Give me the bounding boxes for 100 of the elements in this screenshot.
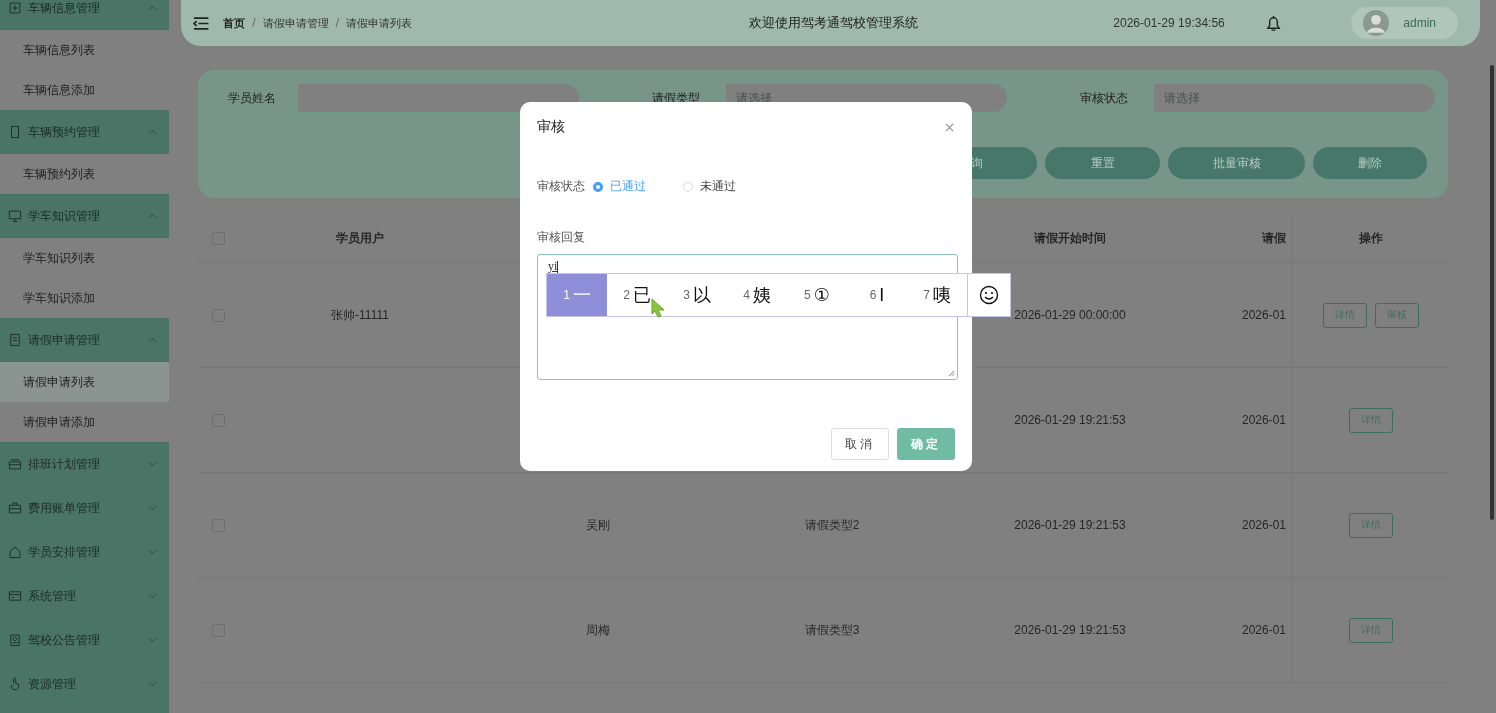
chevron-icon <box>148 213 157 219</box>
smiley-icon[interactable] <box>979 285 999 305</box>
table-cell: 2026-01-29 00:00:00 <box>1014 308 1126 322</box>
avatar-icon <box>1363 10 1390 36</box>
menu-label: 请假申请管理 <box>28 331 101 349</box>
menu-icon <box>8 333 22 347</box>
column-header: 学员用户 <box>336 230 384 247</box>
sidebar-menu[interactable]: 车辆信息管理 <box>0 0 169 30</box>
sidebar-menu[interactable]: 费用账单管理 <box>0 486 169 530</box>
user-menu[interactable]: admin <box>1351 7 1458 39</box>
table-cell: 2026-01 <box>1242 308 1287 322</box>
sidebar-item[interactable]: 车辆信息添加 <box>0 70 169 110</box>
ime-candidate[interactable]: 4 姨 <box>727 274 787 316</box>
menu-label: 车辆预约管理 <box>28 123 101 141</box>
field-label: 学员姓名 <box>228 89 277 107</box>
radio-option[interactable]: 已通过 <box>593 178 675 195</box>
table-cell: 2026-01 <box>1242 413 1287 427</box>
menu-icon <box>8 545 22 559</box>
sidebar-item[interactable]: 学车知识列表 <box>0 238 169 278</box>
menu-icon <box>8 209 22 223</box>
ime-candidate[interactable]: 6 I <box>847 274 907 316</box>
ime-candidate[interactable]: 3 以 <box>667 274 727 316</box>
table-cell: 周梅 <box>586 621 610 639</box>
chevron-icon <box>148 129 157 135</box>
menu-label: 驾校公告管理 <box>28 631 101 649</box>
menu-label: 车辆信息管理 <box>28 0 101 17</box>
search-button[interactable]: 重置 <box>1045 147 1160 179</box>
radio-label: 未通过 <box>700 178 736 195</box>
chevron-icon <box>148 5 157 11</box>
menu-icon <box>8 633 22 647</box>
menu-label: 排班计划管理 <box>28 455 101 473</box>
table-cell: 请假类型3 <box>804 621 860 639</box>
chevron-icon <box>148 337 157 343</box>
field-label: 审核回复 <box>537 229 586 246</box>
system-title: 欢迎使用驾考通驾校管理系统 <box>749 14 920 32</box>
column-header: 请假 <box>1262 230 1286 247</box>
menu-icon[interactable] <box>193 16 210 30</box>
chevron-icon <box>148 505 157 511</box>
chevron-icon <box>148 461 157 467</box>
chevron-icon <box>148 549 157 555</box>
cancel-button[interactable]: 取消 <box>831 428 889 460</box>
sidebar-menu[interactable]: 排班计划管理 <box>0 442 169 486</box>
sidebar-menu[interactable]: 驾校公告管理 <box>0 618 169 662</box>
sidebar-menu[interactable]: 资源管理 <box>0 662 169 706</box>
sidebar-item[interactable]: 学车知识添加 <box>0 278 169 318</box>
table-cell: 2026-01 <box>1242 623 1287 637</box>
breadcrumb-link[interactable]: 请假申请管理 <box>262 15 329 31</box>
search-button[interactable]: 批量审核 <box>1168 147 1305 179</box>
sidebar-item[interactable]: 车辆预约列表 <box>0 154 169 194</box>
field-label: 审核状态 <box>1079 89 1129 107</box>
sidebar-item[interactable]: 请假申请列表 <box>0 362 169 402</box>
menu-icon <box>8 457 22 471</box>
chevron-icon <box>148 681 157 687</box>
user-name: admin <box>1403 16 1436 30</box>
menu-icon <box>8 589 22 603</box>
dialog-title: 审核 <box>537 118 565 136</box>
column-header: 操作 <box>1358 230 1383 247</box>
resize-handle-icon[interactable] <box>948 370 955 377</box>
chevron-icon <box>148 593 157 599</box>
search-button[interactable]: 删除 <box>1313 147 1427 179</box>
menu-label: 学车知识管理 <box>28 207 101 225</box>
breadcrumb-separator: / <box>335 16 339 30</box>
sidebar-menu[interactable]: 请假申请管理 <box>0 318 169 362</box>
menu-icon <box>8 125 22 139</box>
ime-candidate[interactable]: 2 已 <box>607 274 667 316</box>
close-icon[interactable] <box>945 122 954 132</box>
confirm-button[interactable]: 确定 <box>897 428 955 460</box>
chevron-icon <box>148 637 157 643</box>
table-cell: 2026-01-29 19:21:53 <box>1014 518 1126 532</box>
sidebar-menu[interactable]: 系统管理 <box>0 574 169 618</box>
sidebar-item[interactable]: 请假申请添加 <box>0 402 169 442</box>
menu-icon <box>8 501 22 515</box>
breadcrumb-link[interactable]: 请假申请列表 <box>346 15 412 31</box>
radio-option[interactable]: 未通过 <box>683 178 765 195</box>
menu-icon <box>8 1 22 15</box>
ime-candidate[interactable]: 1 一 <box>547 274 607 316</box>
table-cell: 请假类型2 <box>804 516 860 534</box>
scrollbar[interactable] <box>1490 65 1494 520</box>
sidebar-menu[interactable]: 学车知识管理 <box>0 194 169 238</box>
menu-label: 资源管理 <box>28 675 77 693</box>
cursor-icon <box>651 298 665 318</box>
breadcrumb-separator: / <box>252 16 256 30</box>
breadcrumb-link[interactable]: 首页 <box>223 15 246 31</box>
field-label: 审核状态 <box>537 178 585 195</box>
table-cell: 张帅-11111 <box>331 306 389 324</box>
ime-candidate[interactable]: 5 ① <box>787 274 847 316</box>
menu-label: 费用账单管理 <box>28 499 101 517</box>
typed-text: yi <box>548 259 558 273</box>
table-cell: 2026-01-29 19:21:53 <box>1014 413 1126 427</box>
menu-icon <box>8 677 22 691</box>
table-cell: 2026-01-29 19:21:53 <box>1014 623 1126 637</box>
date-time: 2026-01-29 19:34:56 <box>1113 16 1226 30</box>
sidebar-item[interactable]: 车辆信息列表 <box>0 30 169 70</box>
menu-label: 学员安排管理 <box>28 543 101 561</box>
table-cell: 吴刚 <box>586 516 610 534</box>
sidebar-menu[interactable]: 车辆预约管理 <box>0 110 169 154</box>
column-header: 请假开始时间 <box>1034 230 1106 247</box>
table-cell: 2026-01 <box>1242 518 1287 532</box>
input-field[interactable] <box>297 83 580 113</box>
sidebar-menu[interactable]: 学员安排管理 <box>0 530 169 574</box>
